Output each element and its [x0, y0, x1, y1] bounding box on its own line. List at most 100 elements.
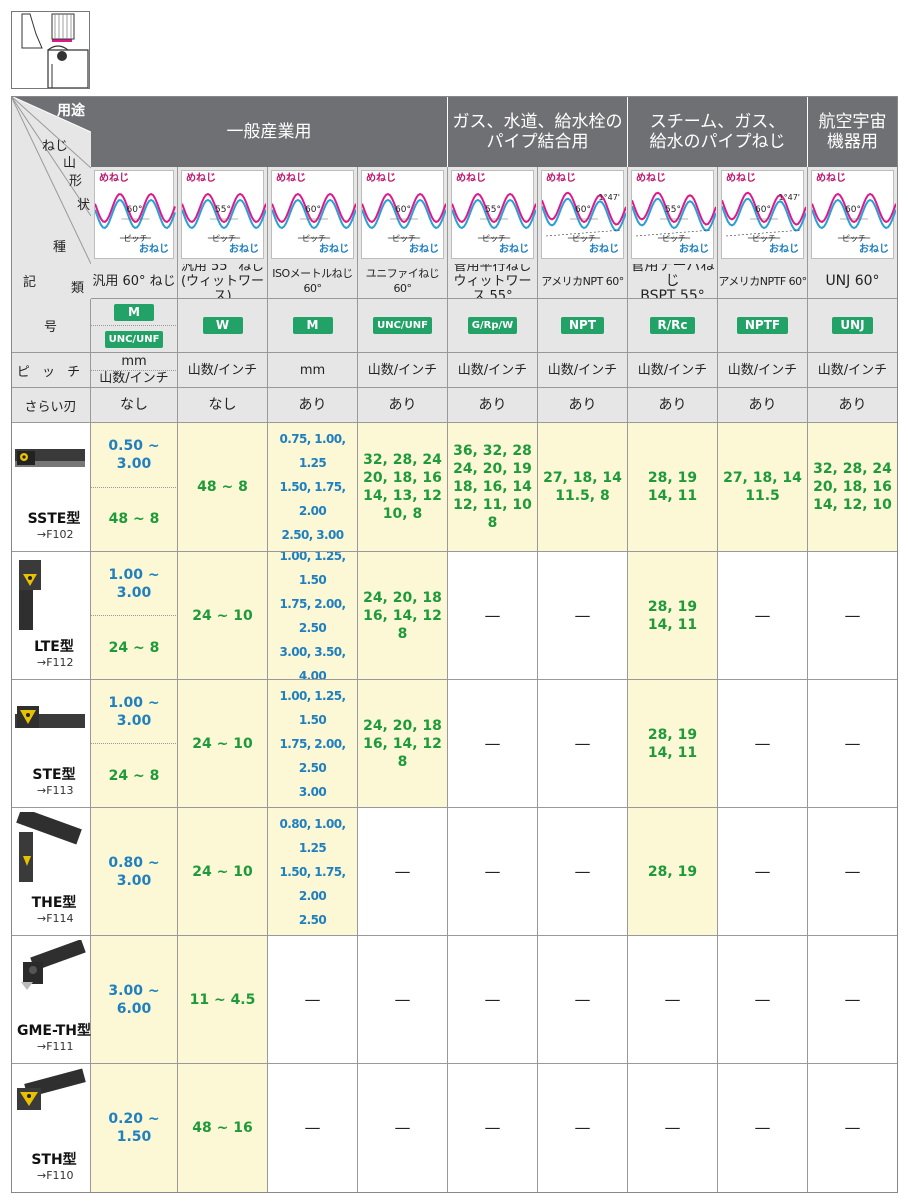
not-available-dash: — [754, 733, 771, 753]
pitch-value: — [808, 1064, 898, 1193]
pitch-value: 1.00, 1.25, 1.50 1.75, 2.00, 2.50 3.00, … [268, 552, 358, 680]
code-cell-unc-unf: UNC/UNF [91, 326, 178, 353]
pitch-row-label: ピ ッ チ [11, 353, 91, 388]
not-available-dash: — [754, 605, 771, 625]
code-cell: W [178, 299, 268, 353]
thread-shape-diagram: めねじ おねじ ピッチ 60° 1°47' [538, 167, 628, 264]
pitch-value: — [718, 936, 808, 1064]
tool-name: GME-TH型 [16, 1023, 91, 1039]
tool-holder-icon [17, 1068, 86, 1110]
taper-angle-label: 1°47' [598, 193, 620, 202]
code-badge: NPT [560, 317, 605, 334]
pitch-label: ピッチ [123, 234, 148, 243]
pitch-value: 28, 19 [628, 808, 718, 936]
code-badge-unc-unf: UNC/UNF [104, 330, 164, 348]
header-tool-thumbnail [11, 11, 90, 89]
not-available-dash: — [664, 1118, 681, 1137]
corner-label-jou: 状 [77, 198, 91, 213]
pitch-value: 32, 28, 24 20, 18, 16 14, 12, 10 [808, 423, 898, 552]
female-thread-label: めねじ [546, 173, 576, 184]
thread-diagram-frame: めねじ おねじ ピッチ 60° [94, 170, 176, 259]
pitch-value: — [808, 680, 898, 808]
thread-angle-label: 60° [755, 205, 771, 215]
pitch-label: ピッチ [482, 234, 506, 243]
tool-row-label: LTE型 →F112 [11, 552, 91, 680]
female-thread-label: めねじ [726, 173, 756, 184]
female-thread-label: めねじ [366, 173, 396, 184]
pitch-value: — [718, 1064, 808, 1193]
pitch-value: — [538, 552, 628, 680]
corner-header: 用途 ねじ山形状種記類 [11, 96, 92, 299]
pitch-label: ピッチ [302, 234, 326, 243]
pitch-value: 0.80, 1.00, 1.25 1.50, 1.75, 2.00 2.50 [268, 808, 358, 936]
code-row-label: 号 [11, 299, 91, 353]
category-header-4: 航空宇宙 機器用 [808, 96, 898, 167]
thread-type-name: UNJ 60° [808, 264, 898, 299]
tool-holder-icon [16, 812, 82, 882]
thread-diagram-frame: めねじ おねじ ピッチ 55° [181, 170, 266, 259]
thread-diagram-frame: めねじ おねじ ピッチ 55° [631, 170, 716, 259]
not-available-dash: — [394, 861, 411, 881]
thread-angle-label: 60° [305, 205, 321, 215]
thread-shape-diagram: めねじ おねじ ピッチ 55° [448, 167, 538, 264]
tool-page-ref: →F102 [37, 528, 74, 541]
tool-holder-icon [21, 13, 89, 89]
corner-label-katachi: 形 [69, 174, 83, 189]
not-available-dash: — [484, 733, 501, 753]
code-cell: G/Rp/W [448, 299, 538, 353]
pitch-value: — [358, 936, 448, 1064]
pitch-range-mm: 0.80 ~ 3.00 [91, 808, 178, 936]
pitch-value: 24 ~ 10 [178, 808, 268, 936]
not-available-dash: — [484, 989, 501, 1009]
pitch-value: — [718, 552, 808, 680]
pitch-unit: 山数/インチ [358, 353, 448, 388]
pitch-value: — [358, 1064, 448, 1193]
category-header-1: 一般産業用 [91, 96, 448, 167]
thread-angle-label: 60° [575, 205, 591, 215]
code-badge: UNJ [832, 317, 873, 334]
tool-row-label: STE型 →F113 [11, 680, 91, 808]
pitch-unit: 山数/インチ [538, 353, 628, 388]
female-thread-label: めねじ [456, 173, 486, 184]
category-header-3: スチーム、ガス、 給水のパイプねじ [628, 96, 808, 167]
thread-diagram-frame: めねじ おねじ ピッチ 60° 1°47' [721, 170, 806, 259]
not-available-dash: — [844, 861, 861, 881]
pitch-value: — [448, 680, 538, 808]
tool-name: STH型 [31, 1152, 77, 1168]
thread-diagram-frame: めねじ おねじ ピッチ 60° [271, 170, 356, 259]
thread-shape-diagram: めねじ おねじ ピッチ 55° [178, 167, 268, 264]
pitch-value: 48 ~ 16 [178, 1064, 268, 1193]
pitch-value: 11 ~ 4.5 [178, 936, 268, 1064]
tool-holder-icon [15, 706, 85, 728]
sarai-value: あり [628, 388, 718, 423]
tool-page-ref: →F110 [37, 1169, 74, 1182]
not-available-dash: — [394, 1118, 411, 1137]
thread-shape-diagram: めねじ おねじ ピッチ 55° [628, 167, 718, 264]
code-badge: G/Rp/W [467, 317, 518, 334]
pitch-unit: mm [268, 353, 358, 388]
thread-diagram-frame: めねじ おねじ ピッチ 55° [451, 170, 536, 259]
tool-row-label: SSTE型 →F102 [11, 423, 91, 552]
sarai-value: あり [808, 388, 898, 423]
not-available-dash: — [484, 1118, 501, 1137]
pitch-value: 28, 19 14, 11 [628, 552, 718, 680]
pitch-value: 1.00, 1.25, 1.50 1.75, 2.00, 2.50 3.00 [268, 680, 358, 808]
tool-name: STE型 [32, 767, 76, 783]
code-badge: W [202, 317, 243, 334]
tool-row-label: THE型 →F114 [11, 808, 91, 936]
code-cell: UNC/UNF [358, 299, 448, 353]
sarai-value: あり [358, 388, 448, 423]
tool-name: LTE型 [34, 639, 74, 655]
pitch-value: — [538, 1064, 628, 1193]
pitch-unit: 山数/インチ [628, 353, 718, 388]
pitch-value: 24, 20, 18 16, 14, 12 8 [358, 552, 448, 680]
pitch-value: — [448, 1064, 538, 1193]
sarai-value: あり [268, 388, 358, 423]
pitch-range-mm: 0.50 ~ 3.00 [91, 423, 178, 488]
not-available-dash: — [754, 989, 771, 1009]
not-available-dash: — [304, 1118, 321, 1137]
not-available-dash: — [844, 733, 861, 753]
code-badge: M [292, 317, 333, 334]
sarai-value: なし [91, 388, 178, 423]
pitch-value: — [808, 552, 898, 680]
